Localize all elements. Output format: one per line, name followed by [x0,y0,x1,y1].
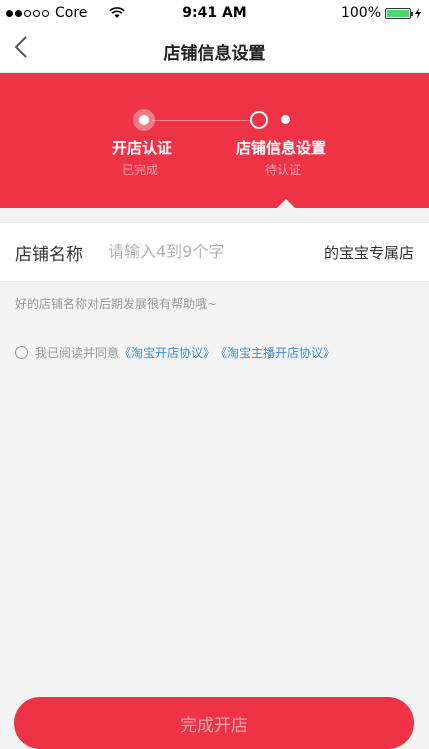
step-1-status: 已完成 [122,163,159,177]
shop-name-row: 店铺名称 的宝宝专属店 [0,222,429,282]
step-progress-banner: 开店认证 已完成 店铺信息设置 待认证 [0,73,429,208]
shop-name-input[interactable] [108,237,298,265]
step-1-indicator-icon [133,109,155,131]
shop-name-suffix: 的宝宝专属店 [323,244,414,262]
step-connector [152,120,252,121]
shop-name-label: 店铺名称 [15,245,83,265]
battery-percent: 100% [340,5,381,21]
battery-icon [385,7,413,19]
taobao-shop-agreement-link[interactable]: 《淘宝开店协议》 [119,344,215,361]
step-1-label: 开店认证 [112,139,173,157]
step-dot-icon [281,115,290,124]
battery-status: 100% [341,5,421,21]
step-2-status: 待认证 [265,163,302,177]
charging-bolt-icon [415,7,421,19]
page-title: 店铺信息设置 [163,44,266,64]
complete-shop-button[interactable]: 完成开店 [14,697,414,749]
status-bar: Core 9:41 AM 100% [0,0,429,28]
agreement-prefix: 我已阅读并同意 [35,346,120,360]
agreement-row: 我已阅读并同意 《淘宝开店协议》 《淘宝主播开店协议》 [15,344,335,361]
taobao-anchor-agreement-link[interactable]: 《淘宝主播开店协议》 [215,344,335,361]
navigation-bar: 店铺信息设置 [0,28,429,73]
agreement-checkbox[interactable] [15,346,28,359]
step-2-indicator-icon [250,111,268,129]
step-2-label: 店铺信息设置 [236,139,327,157]
shop-name-hint: 好的店铺名称对后期发展很有帮助哦~ [15,297,218,311]
step-pointer-icon [277,199,295,208]
